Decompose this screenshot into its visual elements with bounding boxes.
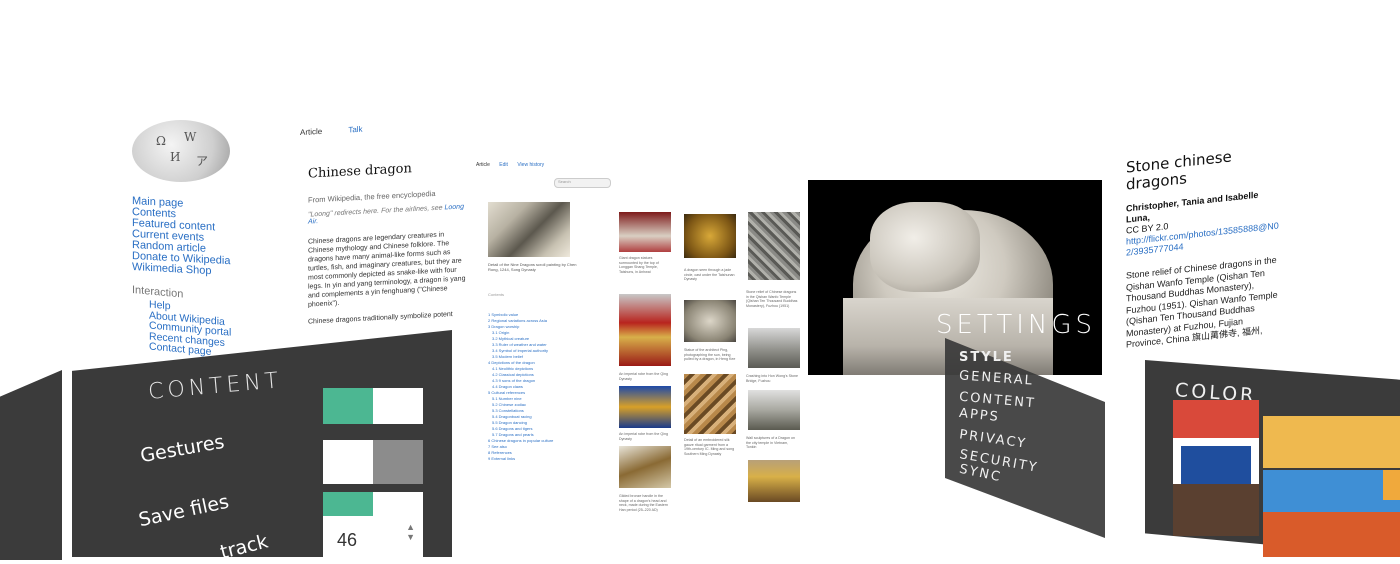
painting-caption: Detail of the Nine Dragons scroll painti…	[488, 262, 577, 272]
table-of-contents: Contents 1 Symbolic value 2 Regional var…	[488, 292, 588, 462]
toggle-off-segment	[373, 388, 423, 424]
settings-title: SETTINGS	[935, 310, 1096, 340]
gallery-caption: Stone relief of Chinese dragons in the Q…	[746, 290, 798, 308]
page2-tab-history[interactable]: View history	[517, 162, 544, 168]
article-contents-page: Article Edit View history Search Detail …	[476, 162, 614, 542]
nine-dragons-painting[interactable]	[488, 202, 570, 257]
image-title: Stone chinese dragons	[1126, 147, 1232, 194]
color-swatch[interactable]	[1263, 512, 1400, 557]
gallery-thumb[interactable]	[684, 300, 736, 342]
toggle-off-segment	[323, 440, 373, 484]
toggle-on-segment	[323, 388, 373, 424]
side-strip	[0, 370, 62, 560]
article-tabs: Article Talk	[300, 119, 470, 137]
toggle-thumb	[373, 440, 423, 484]
color-settings-panel: COLOR	[1145, 360, 1400, 557]
page2-tab-article[interactable]: Article	[476, 162, 490, 168]
gallery-caption: Giant dragon statues surmounted by the t…	[619, 256, 659, 274]
stepper-arrows-icon[interactable]: ▲ ▼	[406, 522, 415, 542]
statue-head	[870, 202, 980, 292]
gallery-thumb[interactable]	[748, 460, 800, 502]
toc-title: Contents	[488, 292, 505, 297]
gallery-caption: Wall sculptures of a Dragon on the city …	[746, 436, 796, 450]
article-intro: Chinese dragons are legendary creatures …	[308, 231, 466, 309]
page2-tabs: Article Edit View history	[476, 162, 614, 168]
article-title: Chinese dragon	[308, 161, 412, 182]
image-details: Stone chinese dragons Christopher, Tania…	[1122, 143, 1282, 380]
content-toggle[interactable]	[323, 388, 423, 424]
wikipedia-globe-logo[interactable]: ΩW Иア	[132, 120, 230, 182]
color-swatch[interactable]	[1263, 470, 1400, 512]
color-swatch[interactable]	[1383, 470, 1400, 500]
main-nav: Main page Contents Featured content Curr…	[132, 195, 230, 278]
gestures-toggle[interactable]	[323, 440, 423, 484]
gallery-thumb[interactable]	[619, 386, 671, 428]
gallery-thumb[interactable]	[748, 328, 800, 368]
gallery-caption: An imperial robe from the Qing Dynasty	[619, 372, 668, 381]
hatnote-text: "Loong" redirects here. For the airlines…	[308, 204, 443, 219]
gallery-caption: Gilded bronze handle in the shape of a d…	[619, 494, 668, 512]
toc-item[interactable]: 9 External links	[488, 456, 588, 462]
page2-tab-edit[interactable]: Edit	[499, 162, 508, 168]
gallery-caption: A dragon seen through a jade circle, cas…	[684, 268, 735, 282]
gallery-thumb[interactable]	[619, 446, 671, 488]
gallery-thumb[interactable]	[684, 374, 736, 434]
image-description: Stone relief of Chinese dragons in the Q…	[1126, 254, 1278, 350]
content-settings-panel: CONTENT Gestures Save files track 46 ▲ ▼	[0, 330, 452, 564]
article-source: From Wikipedia, the free encyclopedia	[308, 188, 436, 205]
gallery-thumb[interactable]	[619, 294, 671, 366]
settings-menu: STYLE GENERAL CONTENT APPS PRIVACY SECUR…	[945, 338, 1105, 538]
color-swatch[interactable]	[1173, 484, 1259, 536]
tab-talk[interactable]: Talk	[348, 125, 362, 135]
gallery-caption: Crashing into Hon Wong's Stone Bridge, F…	[746, 374, 798, 383]
image-gallery: Giant dragon statues surmounted by the t…	[616, 208, 806, 528]
hatnote: "Loong" redirects here. For the airlines…	[308, 203, 470, 225]
stepper-value: 46	[337, 530, 358, 550]
article-para-2: Chinese dragons traditionally symbolize …	[308, 310, 453, 326]
tab-article[interactable]: Article	[300, 127, 322, 137]
gallery-thumb[interactable]	[684, 214, 736, 258]
track-stepper[interactable]: 46 ▲ ▼	[323, 516, 423, 557]
gallery-thumb[interactable]	[748, 390, 800, 430]
gallery-thumb[interactable]	[748, 212, 800, 280]
gallery-caption: Statue of the architect Ping, photograph…	[684, 348, 736, 362]
color-swatch[interactable]	[1263, 416, 1400, 468]
gallery-caption: An imperial robe from the Qing Dynasty	[619, 432, 668, 441]
gallery-thumb[interactable]	[619, 212, 671, 252]
search-input[interactable]: Search	[554, 178, 611, 188]
gallery-caption: Detail of an embroidered silk gauze ritu…	[684, 438, 735, 456]
menu-item-style[interactable]: STYLE	[959, 350, 1014, 365]
